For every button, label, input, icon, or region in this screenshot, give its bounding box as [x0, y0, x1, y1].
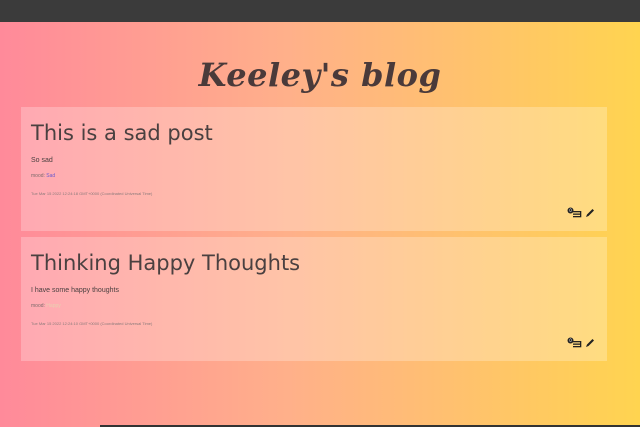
blog-title: Keeley's blog — [198, 56, 442, 94]
comment-count: 0 — [569, 208, 572, 213]
comment-count: 0 — [569, 338, 572, 343]
post-mood: mood: Happy — [31, 303, 61, 309]
pencil-icon[interactable] — [585, 208, 595, 218]
post-body: So sad — [31, 157, 53, 164]
post-body: I have some happy thoughts — [31, 287, 119, 294]
comment-icon[interactable]: 0 — [567, 207, 583, 219]
pencil-icon[interactable] — [585, 338, 595, 348]
post-actions: 0 — [567, 207, 597, 219]
post-actions: 0 — [567, 337, 597, 349]
post-title: Thinking Happy Thoughts — [31, 251, 301, 275]
post-date: Tue Mar 15 2022 12:24:18 GMT+0000 (Coord… — [31, 191, 153, 196]
mood-value: Sad — [46, 173, 56, 179]
mood-label: mood: — [31, 173, 45, 179]
mood-value: Happy — [46, 303, 61, 309]
post-card: Thinking Happy Thoughts I have some happ… — [21, 237, 607, 361]
post-mood: mood: Sad — [31, 173, 55, 179]
post-date: Tue Mar 15 2022 12:24:10 GMT+0000 (Coord… — [31, 321, 153, 326]
comment-icon[interactable]: 0 — [567, 337, 583, 349]
browser-top-bar — [0, 0, 640, 22]
mood-label: mood: — [31, 303, 45, 309]
post-card: This is a sad post So sad mood: Sad Tue … — [21, 107, 607, 231]
post-title: This is a sad post — [31, 121, 213, 145]
